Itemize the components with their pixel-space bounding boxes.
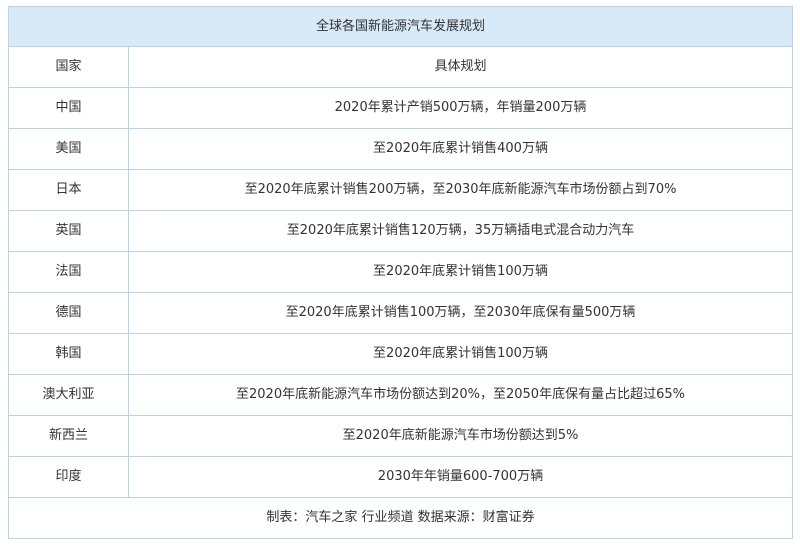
- country-cell: 新西兰: [8, 415, 129, 457]
- plan-cell: 至2020年底累计销售100万辆，至2030年底保有量500万辆: [127, 292, 794, 334]
- table-row: 法国 至2020年底累计销售100万辆: [8, 251, 794, 293]
- country-cell: 印度: [8, 456, 129, 498]
- plan-cell: 2020年累计产销500万辆，年销量200万辆: [127, 87, 794, 129]
- plan-cell: 至2020年底累计销售100万辆: [127, 251, 794, 293]
- plan-cell: 至2020年底新能源汽车市场份额达到5%: [127, 415, 794, 457]
- country-cell: 美国: [8, 128, 129, 170]
- table-row: 英国 至2020年底累计销售120万辆，35万辆插电式混合动力汽车: [8, 210, 794, 252]
- table-row: 澳大利亚 至2020年底新能源汽车市场份额达到20%，至2050年底保有量占比超…: [8, 374, 794, 416]
- country-cell: 中国: [8, 87, 129, 129]
- country-cell: 英国: [8, 210, 129, 252]
- plan-cell: 至2020年底累计销售200万辆，至2030年底新能源汽车市场份额占到70%: [127, 169, 794, 211]
- country-cell: 德国: [8, 292, 129, 334]
- plan-table-container: 全球各国新能源汽车发展规划 国家 具体规划 中国 2020年累计产销500万辆，…: [7, 6, 794, 539]
- header-plan: 具体规划: [127, 46, 794, 88]
- country-cell: 澳大利亚: [8, 374, 129, 416]
- plan-cell: 至2020年底新能源汽车市场份额达到20%，至2050年底保有量占比超过65%: [127, 374, 794, 416]
- header-country: 国家: [8, 46, 129, 88]
- table-row: 德国 至2020年底累计销售100万辆，至2030年底保有量500万辆: [8, 292, 794, 334]
- country-cell: 韩国: [8, 333, 129, 375]
- ev-plan-table: 全球各国新能源汽车发展规划 国家 具体规划 中国 2020年累计产销500万辆，…: [7, 6, 794, 539]
- plan-cell: 至2020年底累计销售120万辆，35万辆插电式混合动力汽车: [127, 210, 794, 252]
- table-header-row: 国家 具体规划: [8, 46, 794, 88]
- table-title-row: 全球各国新能源汽车发展规划: [7, 6, 794, 47]
- table-footer-source: 制表：汽车之家 行业频道 数据来源：财富证券: [7, 497, 794, 539]
- country-cell: 法国: [8, 251, 129, 293]
- plan-cell: 至2020年底累计销售100万辆: [127, 333, 794, 375]
- table-row: 印度 2030年年销量600-700万辆: [8, 456, 794, 498]
- table-row: 日本 至2020年底累计销售200万辆，至2030年底新能源汽车市场份额占到70…: [8, 169, 794, 211]
- country-cell: 日本: [8, 169, 129, 211]
- table-title: 全球各国新能源汽车发展规划: [7, 6, 794, 47]
- table-row: 韩国 至2020年底累计销售100万辆: [8, 333, 794, 375]
- table-row: 美国 至2020年底累计销售400万辆: [8, 128, 794, 170]
- table-row: 中国 2020年累计产销500万辆，年销量200万辆: [8, 87, 794, 129]
- plan-cell: 2030年年销量600-700万辆: [127, 456, 794, 498]
- table-row: 新西兰 至2020年底新能源汽车市场份额达到5%: [8, 415, 794, 457]
- plan-cell: 至2020年底累计销售400万辆: [127, 128, 794, 170]
- table-footer-row: 制表：汽车之家 行业频道 数据来源：财富证券: [7, 497, 794, 539]
